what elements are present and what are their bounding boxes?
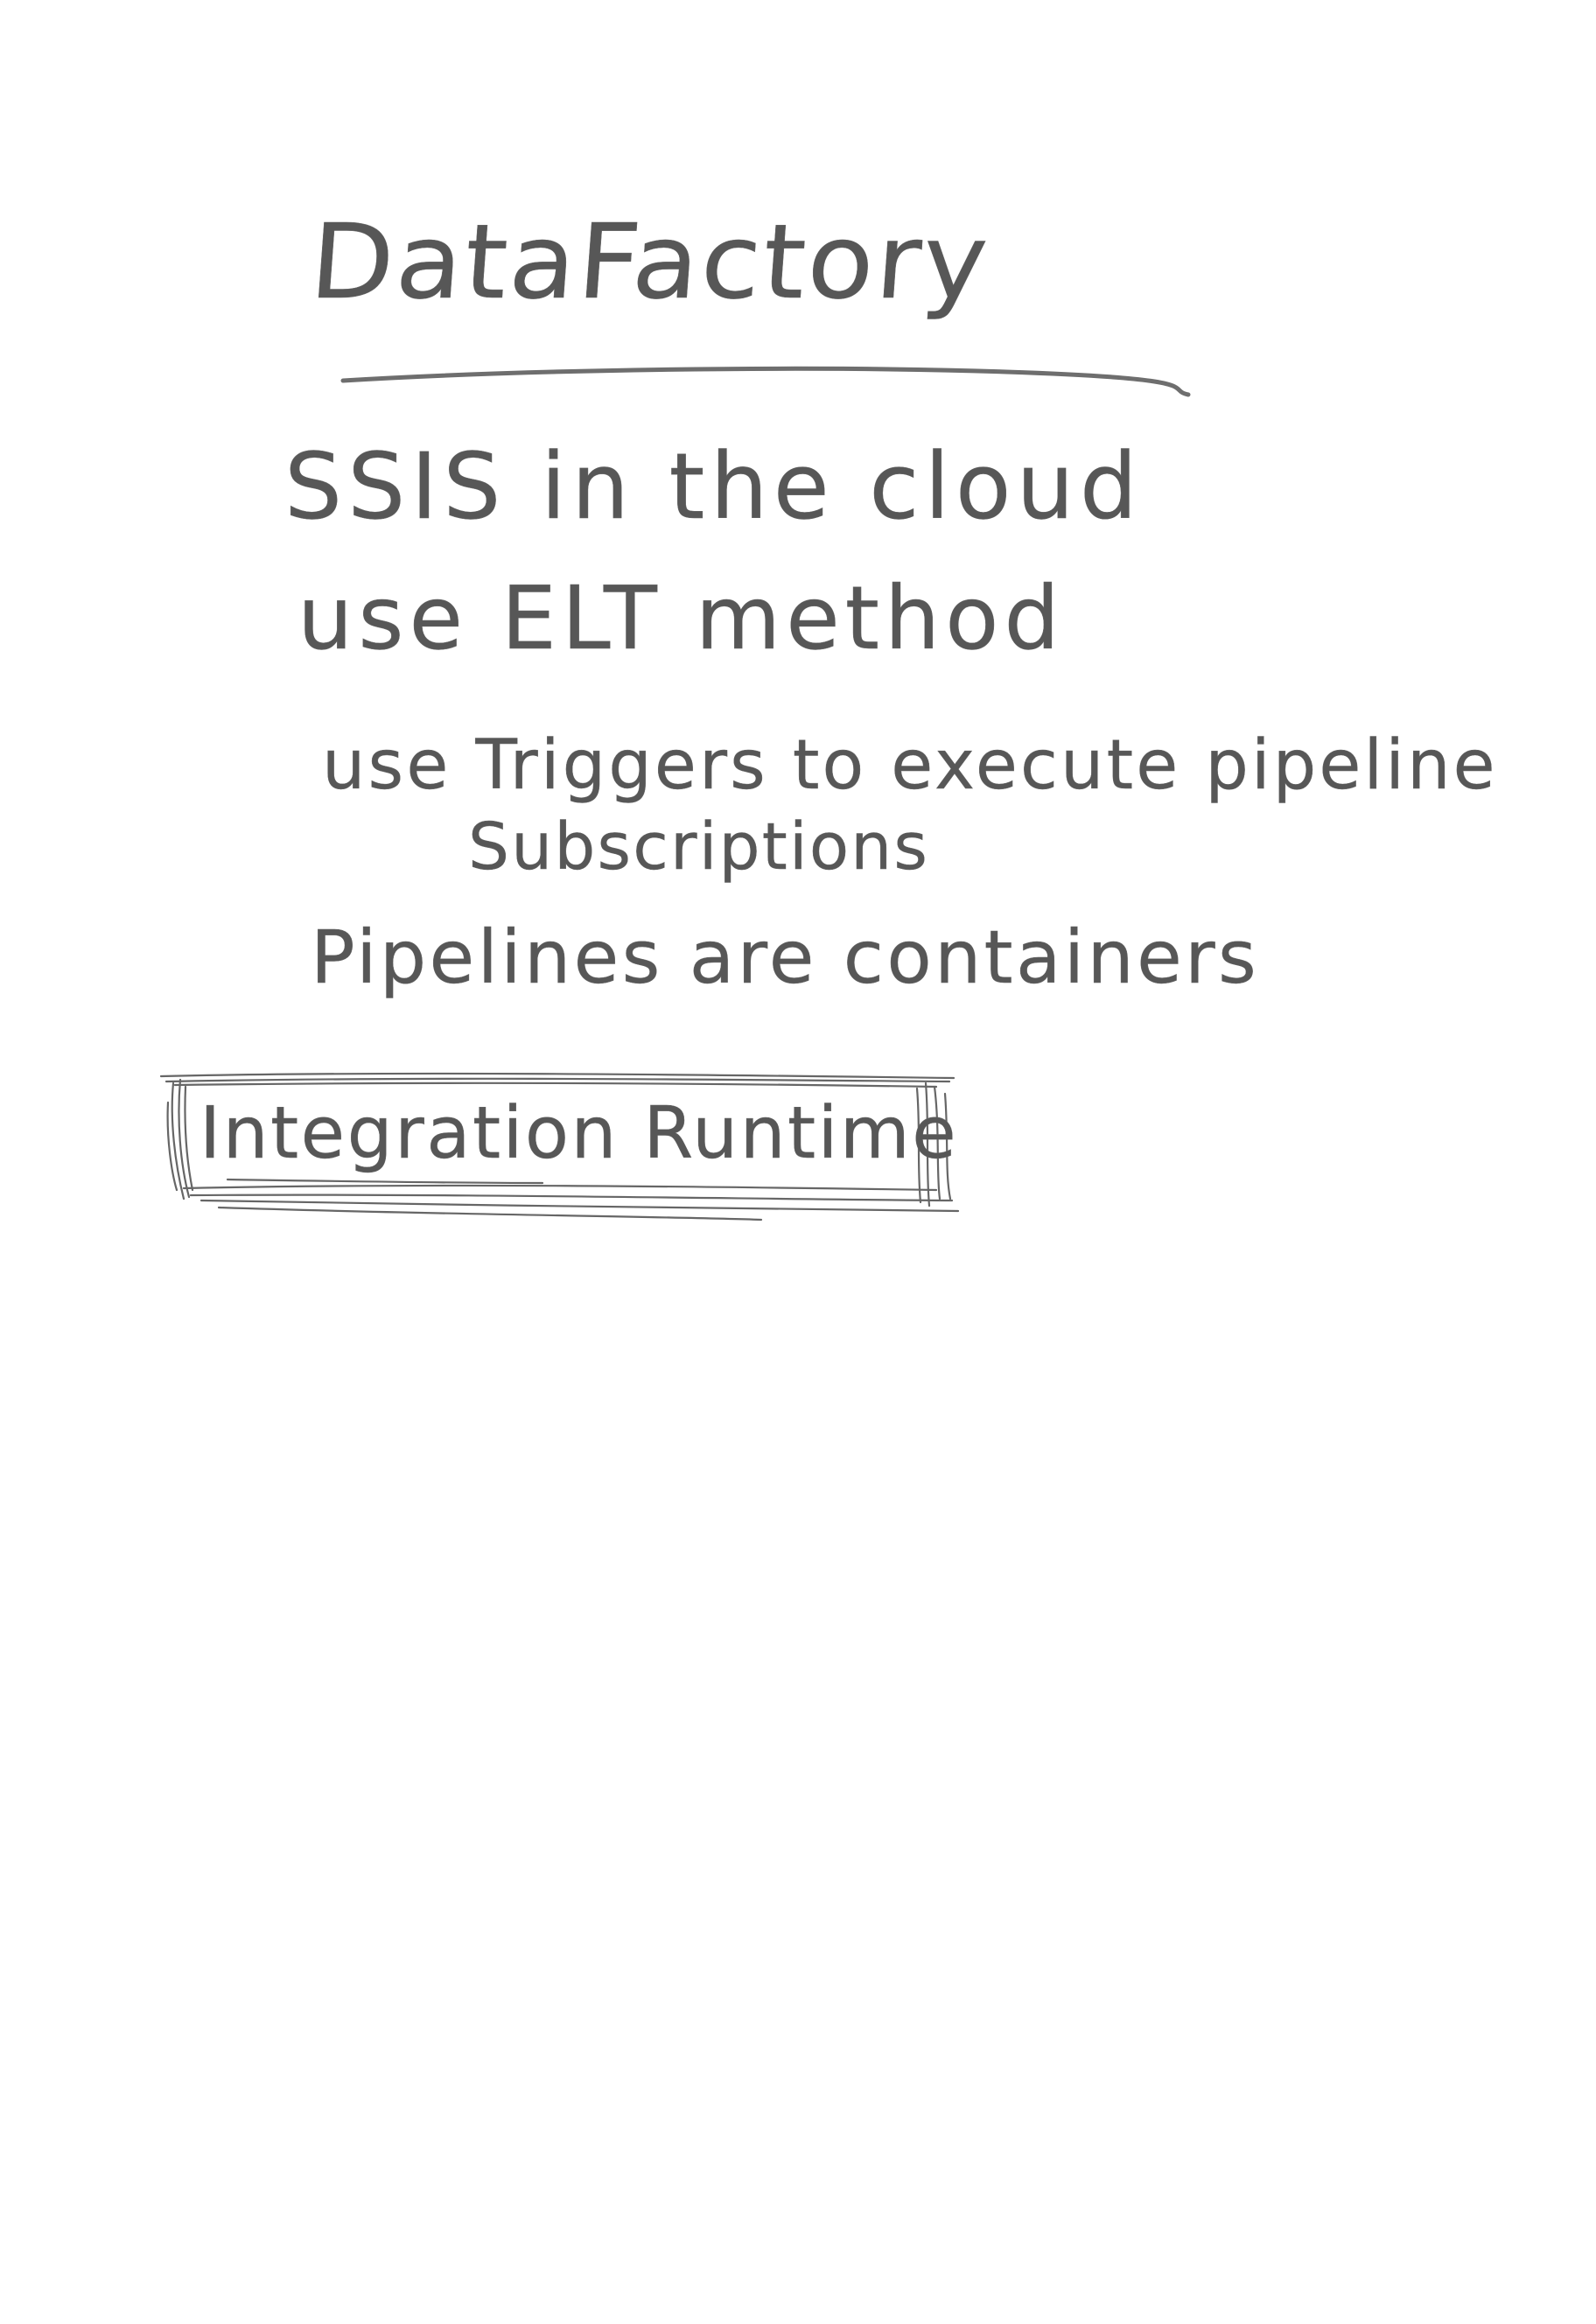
note-title: DataFactory [305, 201, 994, 322]
note-page: DataFactory SSIS in the cloud use ELT me… [0, 0, 1596, 2324]
note-line-ssis: SSIS in the cloud [284, 433, 1144, 540]
title-underline [340, 366, 1191, 397]
note-line-elt: use ELT method [298, 567, 1065, 669]
integration-runtime-label: Integration Runtime [200, 1092, 959, 1175]
note-line-pipelines: Pipelines are containers [311, 914, 1260, 1000]
integration-runtime-box: Integration Runtime [159, 1068, 962, 1225]
note-line-triggers: use Triggers to execute pipeline [322, 726, 1498, 805]
note-line-subscriptions: Subscriptions [468, 809, 930, 885]
